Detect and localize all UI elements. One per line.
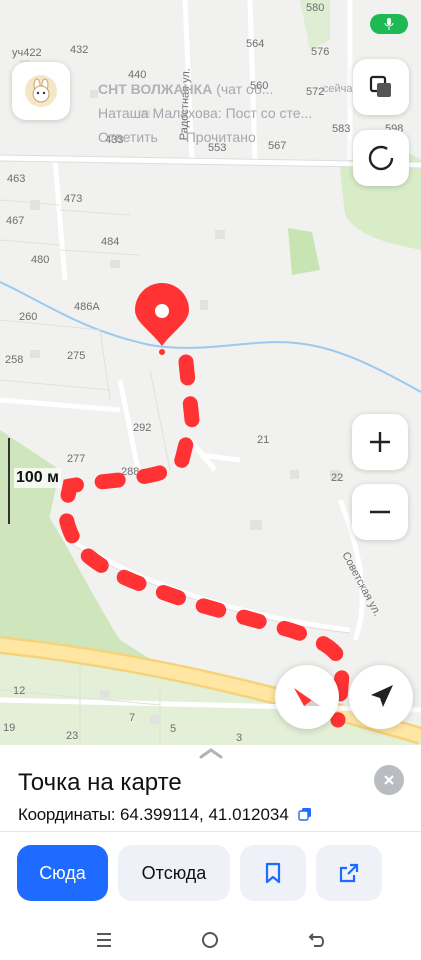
profile-avatar-button[interactable]: [12, 62, 70, 120]
notification-overlay[interactable]: СНТ ВОЛЖАНКА (чат об... сейчас Наташа Ма…: [98, 77, 358, 149]
scale-bar: [8, 438, 10, 524]
layers-icon: [369, 75, 391, 97]
refresh-button[interactable]: [353, 130, 409, 186]
app: 580 уч422 432 564 576 440 560 572 583 59…: [0, 0, 421, 960]
share-button[interactable]: [316, 845, 382, 901]
notification-message: Наташа Малахова: Пост со сте...: [98, 105, 313, 121]
refresh-icon: [368, 145, 394, 171]
close-icon: [384, 775, 394, 785]
copy-icon[interactable]: [297, 807, 312, 821]
route-arrow-icon: [294, 688, 320, 706]
home-icon[interactable]: [196, 926, 224, 954]
map-view[interactable]: 580 уч422 432 564 576 440 560 572 583 59…: [0, 0, 421, 745]
recent-apps-icon[interactable]: [90, 926, 118, 954]
back-icon[interactable]: [303, 926, 331, 954]
route-from-here-button[interactable]: Отсюда: [118, 845, 230, 901]
route-here-button[interactable]: Сюда: [17, 845, 108, 901]
sheet-divider: [0, 831, 421, 832]
coordinates-value: 64.399114, 41.012034: [119, 805, 289, 824]
minus-icon: [370, 510, 390, 514]
notification-reply-button[interactable]: Ответить: [98, 129, 158, 145]
layers-button[interactable]: [353, 59, 409, 115]
place-title: Точка на карте: [18, 769, 182, 796]
plus-icon: [370, 432, 390, 452]
coordinates-label: Координаты:: [18, 805, 116, 824]
route-button[interactable]: [275, 665, 339, 729]
my-location-button[interactable]: [349, 665, 413, 729]
bookmark-button[interactable]: [240, 845, 306, 901]
place-sheet: Точка на карте Координаты: 64.399114, 41…: [0, 745, 421, 920]
notification-read-button[interactable]: Прочитано: [186, 129, 256, 145]
avatar-bunny-icon: [25, 75, 57, 107]
navigation-arrow-icon: [371, 685, 393, 707]
notification-title-suffix: (чат об...: [216, 81, 274, 97]
share-icon: [339, 863, 359, 883]
mic-indicator-icon: [370, 14, 408, 34]
scale-label: 100 м: [14, 468, 61, 488]
notification-title: СНТ ВОЛЖАНКА: [98, 81, 213, 97]
sheet-handle-chevron-icon[interactable]: [199, 747, 223, 759]
zoom-out-button[interactable]: [352, 484, 408, 540]
zoom-in-button[interactable]: [352, 414, 408, 470]
location-pin-icon[interactable]: [135, 283, 189, 346]
close-button[interactable]: [374, 765, 404, 795]
bookmark-icon: [265, 862, 281, 884]
system-navigation-bar: [0, 920, 421, 960]
coordinates-row: Координаты: 64.399114, 41.012034: [18, 805, 312, 825]
pin-dot: [159, 349, 165, 355]
